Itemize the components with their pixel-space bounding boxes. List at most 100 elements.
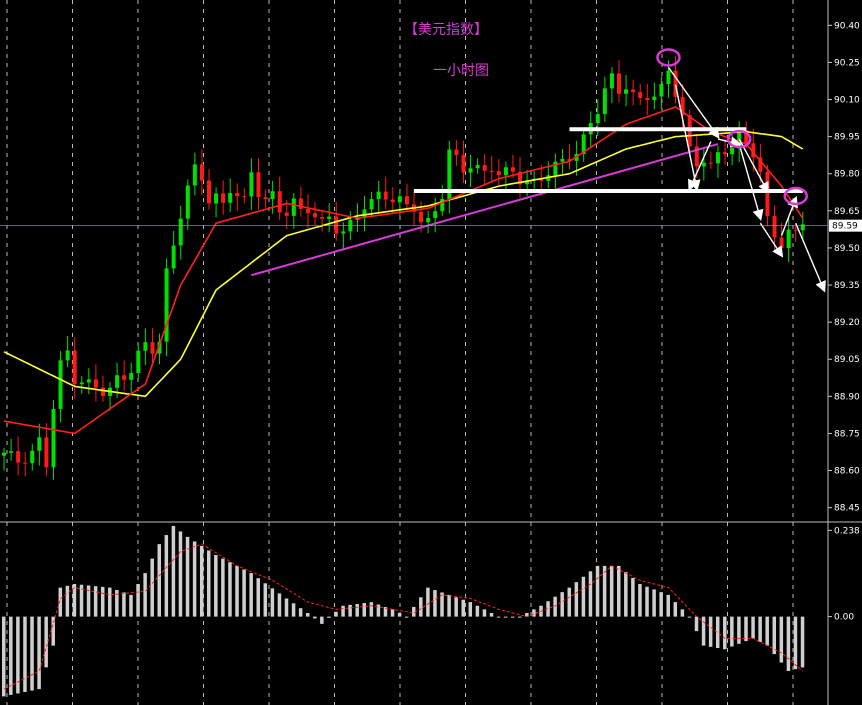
histogram-bar — [348, 604, 352, 617]
histogram-bar — [228, 562, 232, 617]
y-tick-label: 89.95 — [834, 133, 860, 143]
candle-body — [602, 88, 607, 115]
histogram-bar — [108, 587, 112, 617]
y-tick-label: 90.40 — [834, 21, 860, 31]
candle-body — [454, 149, 459, 156]
histogram-bar — [291, 603, 296, 617]
histogram-bar — [143, 573, 147, 617]
candle-body — [595, 114, 600, 124]
histogram-bar — [235, 565, 239, 617]
candle-body — [461, 155, 466, 173]
osc-tick-label: 0.238 — [834, 526, 860, 536]
histogram-bar — [624, 571, 628, 617]
histogram-bar — [772, 616, 777, 655]
candle-body — [715, 152, 720, 164]
histogram-bar — [779, 616, 784, 663]
histogram-bar — [708, 616, 713, 647]
y-tick-label: 88.45 — [834, 504, 860, 514]
candle-body — [93, 379, 98, 388]
candle-body — [645, 97, 650, 101]
candle-body — [58, 360, 63, 409]
histogram-bar — [129, 594, 133, 617]
histogram-bar — [475, 605, 480, 617]
candle-body — [207, 180, 211, 204]
candle-body — [482, 164, 487, 171]
candle-body — [723, 152, 728, 155]
histogram-bar — [701, 616, 706, 646]
histogram-bar — [270, 588, 275, 617]
histogram-bar — [765, 616, 769, 646]
candle-body — [800, 224, 805, 231]
y-tick-label: 89.35 — [834, 281, 860, 291]
histogram-bar — [666, 594, 670, 617]
histogram-bar — [192, 541, 197, 617]
candle-body — [475, 164, 480, 169]
candle-body — [624, 89, 629, 94]
histogram-bar — [581, 576, 586, 617]
histogram-bar — [65, 585, 70, 617]
histogram-bar — [157, 544, 162, 617]
histogram-bar — [680, 609, 685, 617]
candle-body — [510, 167, 515, 172]
candle-body — [263, 197, 268, 200]
y-tick-label: 90.25 — [834, 58, 860, 68]
candle-body — [242, 196, 247, 198]
candle-body — [277, 191, 282, 213]
candle-body — [129, 373, 134, 380]
candle-body — [37, 437, 42, 451]
candle-body — [503, 167, 508, 176]
current-price-label: 89.59 — [832, 222, 858, 232]
candle-body — [419, 211, 424, 223]
candle-body — [256, 172, 261, 198]
histogram-bar — [454, 597, 458, 617]
histogram-bar — [744, 616, 748, 642]
histogram-bar — [496, 616, 501, 618]
histogram-bar — [369, 602, 374, 617]
y-tick-label: 89.80 — [834, 170, 860, 180]
histogram-bar — [602, 565, 607, 617]
chart-title: 【美元指数】 — [404, 22, 488, 38]
y-tick-label: 89.50 — [834, 244, 860, 254]
candle-body — [433, 211, 438, 219]
histogram-bar — [37, 616, 41, 690]
histogram-bar — [2, 616, 6, 697]
histogram-bar — [793, 616, 798, 670]
histogram-bar — [320, 616, 324, 624]
histogram-bar — [207, 550, 211, 617]
histogram-bar — [150, 558, 154, 617]
candle-body — [376, 191, 381, 200]
candle-body — [659, 84, 664, 97]
histogram-bar — [482, 609, 487, 617]
candle-body — [122, 375, 127, 380]
candle-body — [221, 193, 226, 203]
candle-body — [291, 198, 296, 216]
histogram-bar — [737, 616, 741, 644]
candle-body — [708, 162, 713, 164]
candle-body — [426, 218, 431, 223]
candle-body — [192, 164, 197, 186]
histogram-bar — [426, 587, 430, 617]
candle-body — [793, 229, 798, 231]
histogram-bar — [730, 616, 734, 647]
candle-body — [320, 217, 325, 219]
histogram-bar — [298, 608, 303, 617]
histogram-bar — [327, 616, 331, 618]
histogram-bar — [242, 569, 246, 617]
histogram-bar — [574, 582, 579, 617]
histogram-bar — [567, 587, 572, 617]
candle-body — [9, 451, 14, 453]
histogram-bar — [433, 590, 437, 617]
histogram-bar — [44, 616, 48, 668]
candle-body — [730, 147, 735, 155]
candle-body — [383, 191, 388, 200]
histogram-bar — [362, 603, 367, 617]
histogram-bar — [284, 598, 289, 617]
histogram-bar — [786, 616, 791, 671]
candle-body — [390, 199, 395, 203]
histogram-bar — [100, 586, 105, 617]
candle-body — [652, 96, 657, 101]
histogram-bar — [652, 589, 656, 617]
histogram-bar — [221, 558, 225, 617]
candle-body — [369, 199, 374, 210]
histogram-bar — [609, 565, 614, 617]
